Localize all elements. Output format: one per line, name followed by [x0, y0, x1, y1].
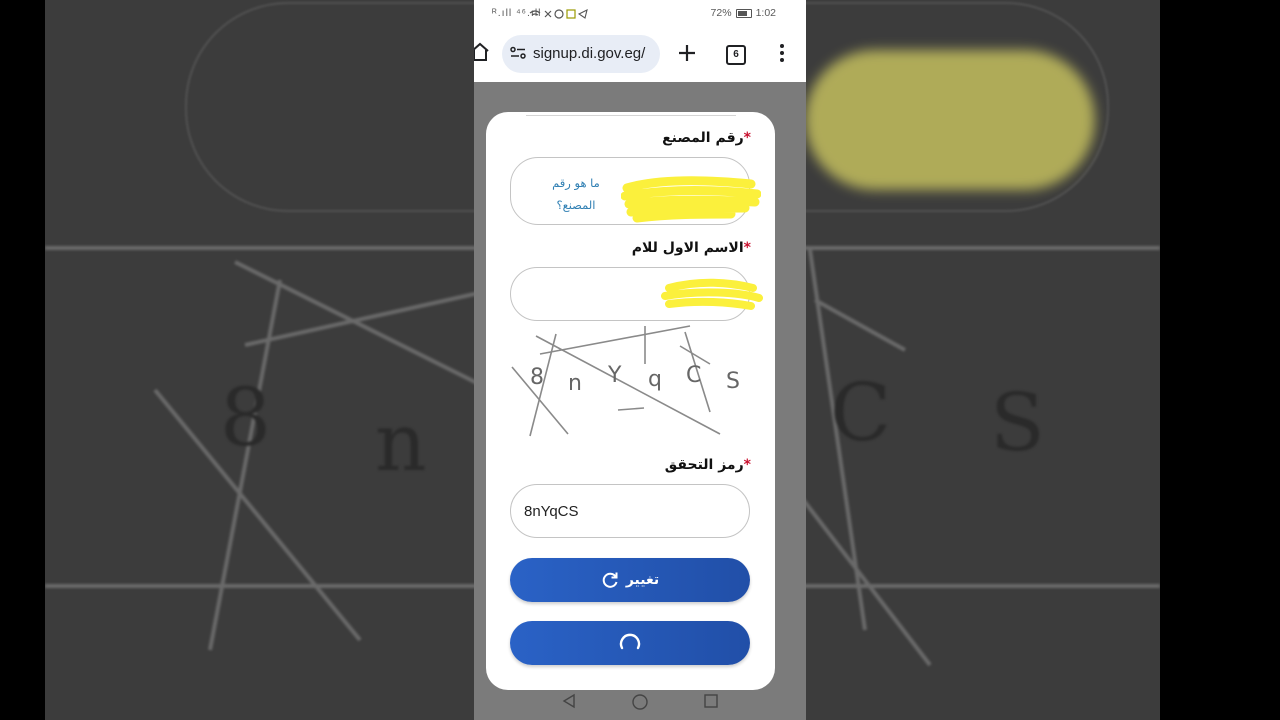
svg-text:C: C — [830, 366, 891, 459]
home-icon[interactable] — [474, 42, 490, 62]
change-captcha-label: تغيير — [625, 572, 660, 588]
address-bar[interactable]: signup.di.gov.eg/ — [502, 35, 660, 73]
captcha-char: n — [568, 371, 582, 396]
required-mark: * — [743, 240, 751, 256]
recents-icon[interactable] — [703, 693, 719, 709]
factory-number-label: *رقم المصنع — [662, 130, 751, 146]
svg-text:n: n — [375, 396, 427, 489]
previous-field-edge — [526, 112, 736, 116]
notification-icons — [529, 9, 588, 19]
status-bar: ᴿ.ıll ⁴⁶.ıll 72% 1:02 — [474, 0, 806, 28]
redaction-scribble — [621, 176, 761, 223]
captcha-char: Y — [607, 363, 622, 388]
tabs-icon[interactable]: 6 — [726, 45, 746, 65]
mother-first-name-label-text: الاسم الاول للام — [631, 240, 744, 256]
change-captcha-button[interactable]: تغيير — [510, 558, 750, 602]
redaction-scribble — [661, 278, 763, 310]
signup-form-sheet: *رقم المصنع ما هو رقم المصنع؟ *الاسم الا… — [486, 112, 775, 690]
site-settings-icon[interactable] — [510, 46, 528, 60]
clock: 1:02 — [755, 7, 776, 19]
factory-number-input[interactable]: ما هو رقم المصنع؟ — [510, 157, 761, 225]
captcha-char: 8 — [530, 365, 544, 390]
menu-icon[interactable] — [778, 43, 786, 63]
plus-icon[interactable] — [675, 41, 699, 65]
home-circle-icon[interactable] — [631, 693, 649, 711]
verification-code-label: *رمز التحقق — [665, 457, 751, 473]
verification-code-label-text: رمز التحقق — [664, 457, 744, 473]
required-mark: * — [743, 130, 751, 146]
captcha-char: S — [726, 369, 740, 394]
captcha-image[interactable]: 8 n Y q C S — [510, 324, 750, 442]
factory-number-help-link[interactable]: ما هو رقم المصنع؟ — [547, 172, 605, 216]
mother-first-name-input[interactable] — [510, 267, 763, 321]
browser-toolbar: signup.di.gov.eg/ 6 — [474, 28, 806, 82]
factory-number-label-text: رقم المصنع — [662, 130, 744, 146]
svg-text:S: S — [990, 376, 1045, 469]
system-nav-bar — [474, 688, 806, 720]
svg-text:8: 8 — [220, 371, 271, 464]
refresh-icon — [602, 572, 618, 588]
captcha-char: q — [648, 367, 662, 392]
captcha-char: C — [686, 363, 701, 388]
phone-screen: ᴿ.ıll ⁴⁶.ıll 72% 1:02 signup.di.gov.eg/ — [474, 0, 806, 720]
required-mark: * — [743, 457, 751, 473]
spinner-icon — [619, 633, 641, 650]
submit-button[interactable] — [510, 621, 750, 665]
back-icon[interactable] — [562, 693, 576, 709]
url-text: signup.di.gov.eg/ — [533, 45, 646, 62]
battery-icon — [735, 8, 752, 18]
verification-code-input[interactable]: 8nYqCS — [510, 484, 750, 538]
mother-first-name-label: *الاسم الاول للام — [632, 240, 751, 256]
battery-percent: 72% — [710, 7, 732, 19]
verification-code-value: 8nYqCS — [524, 503, 579, 520]
